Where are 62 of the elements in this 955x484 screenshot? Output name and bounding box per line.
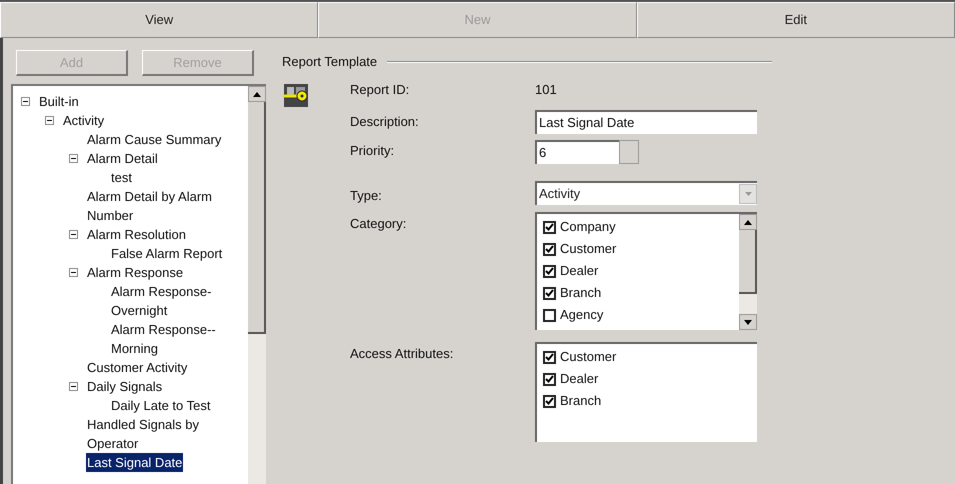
- checkbox-label: Customer: [560, 348, 616, 366]
- tree-item[interactable]: Alarm Detail: [86, 149, 159, 168]
- collapse-icon[interactable]: [21, 97, 30, 106]
- checkbox-label: Branch: [560, 392, 602, 410]
- checkbox-label: Agency: [560, 306, 604, 324]
- scroll-thumb[interactable]: [739, 230, 757, 294]
- dropdown-arrow-icon: [744, 192, 752, 196]
- tree-item[interactable]: Alarm Response: [86, 263, 184, 282]
- field-label: Access Attributes:: [350, 345, 454, 363]
- down-arrow-icon: [744, 320, 752, 324]
- field-label: Category:: [350, 215, 408, 233]
- tree-item[interactable]: Activity: [62, 111, 106, 130]
- scroll-up-button[interactable]: [248, 86, 266, 102]
- tree-item[interactable]: False Alarm Report: [110, 244, 224, 263]
- checkbox[interactable]: [543, 286, 556, 300]
- collapse-icon[interactable]: [69, 382, 78, 391]
- tree-item[interactable]: test: [110, 168, 133, 187]
- up-arrow-icon: [253, 92, 261, 96]
- checkbox[interactable]: [543, 308, 556, 322]
- tree-item[interactable]: Daily Signals: [86, 377, 164, 396]
- checkbox[interactable]: [543, 350, 556, 364]
- report-id-value: 101: [535, 80, 558, 98]
- collapse-icon[interactable]: [69, 154, 78, 163]
- checkbox-label: Dealer: [560, 370, 598, 388]
- tree-item[interactable]: Last Signal Date: [86, 453, 184, 472]
- field-label: Priority:: [350, 142, 396, 160]
- scrollbar[interactable]: [739, 214, 757, 330]
- tree-item[interactable]: Handled Signals by Operator: [86, 415, 242, 453]
- collapse-icon[interactable]: [45, 116, 54, 125]
- checkbox-label: Dealer: [560, 262, 598, 280]
- tree-item[interactable]: Alarm Response-Overnight: [110, 282, 248, 320]
- group-title: Report Template: [282, 53, 378, 71]
- checkbox-label: Branch: [560, 284, 602, 302]
- toolbar-button[interactable]: Edit: [636, 2, 955, 38]
- field-label: Description:: [350, 112, 420, 131]
- field-label: Report ID:: [350, 80, 410, 99]
- toolbar-button[interactable]: View: [0, 2, 318, 38]
- checkbox[interactable]: [543, 242, 556, 256]
- tree-item[interactable]: Customer Activity: [86, 358, 188, 377]
- description-field[interactable]: Last Signal Date: [535, 110, 757, 134]
- scroll-up-button[interactable]: [739, 214, 757, 230]
- collapse-icon[interactable]: [69, 268, 78, 277]
- checkbox-label: Company: [560, 218, 616, 236]
- checkbox-label: Customer: [560, 240, 616, 258]
- up-arrow-icon: [744, 220, 752, 224]
- checkbox[interactable]: [543, 264, 556, 278]
- checkbox[interactable]: [543, 372, 556, 386]
- type-dropdown[interactable]: Activity: [535, 180, 757, 204]
- tree-item[interactable]: Built-in: [38, 92, 80, 111]
- field-label: Type:: [350, 186, 383, 205]
- scroll-down-button[interactable]: [739, 314, 757, 330]
- tree-item[interactable]: Alarm Cause Summary: [86, 130, 222, 149]
- checkbox[interactable]: [543, 394, 556, 408]
- tree-item[interactable]: Alarm Detail by Alarm Number: [86, 187, 242, 225]
- checkbox[interactable]: [543, 220, 556, 234]
- scrollbar[interactable]: [248, 86, 266, 484]
- collapse-icon[interactable]: [69, 230, 78, 239]
- tree-item[interactable]: Daily Late to Test: [110, 396, 212, 415]
- scroll-thumb[interactable]: [248, 102, 266, 334]
- tree-item[interactable]: Alarm Response--Morning: [110, 320, 248, 358]
- priority-field[interactable]: 6: [535, 140, 619, 164]
- tree-item[interactable]: Alarm Resolution: [86, 225, 187, 244]
